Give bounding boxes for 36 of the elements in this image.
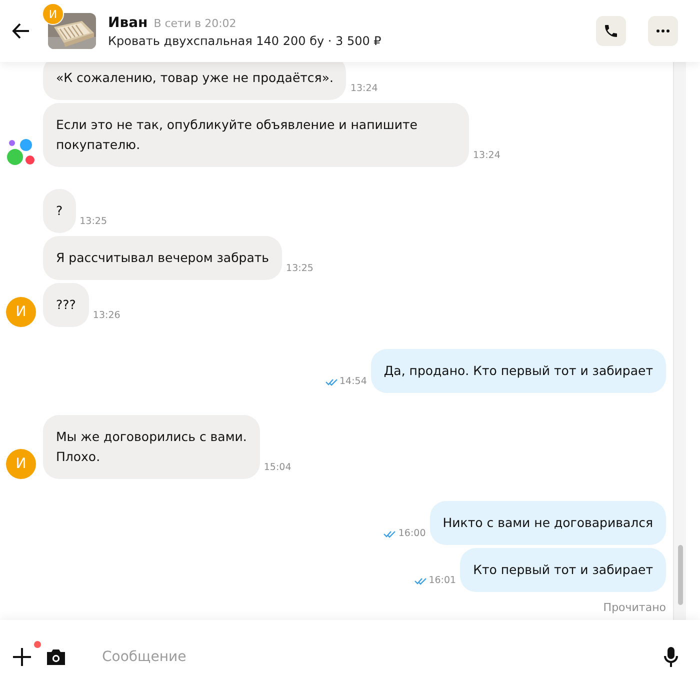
online-status: В сети в 20:02 (154, 16, 236, 30)
message-bubble: Я рассчитывал вечером забрать (43, 236, 282, 280)
message-bubble: Кто первый тот и забирает (460, 548, 666, 592)
read-receipt: Прочитано (603, 601, 666, 614)
message-bubble: ? (43, 189, 76, 233)
message-bubble: Да, продано. Кто первый тот и забирает (370, 349, 666, 393)
message-bubble: Никто с вами не договаривался (430, 501, 666, 545)
message-time: 14:54 (324, 376, 367, 393)
message-time: 13:25 (80, 216, 108, 229)
message-time: 13:24 (473, 150, 500, 163)
message-time: 16:01 (414, 575, 456, 592)
message-bubble: ??? (43, 283, 89, 327)
app-logo-icon (6, 137, 36, 167)
avatar: И (6, 449, 36, 479)
contact-name: Иван (108, 14, 148, 30)
phone-icon (603, 23, 619, 39)
plus-icon[interactable] (12, 647, 32, 667)
message-time: 13:24 (350, 83, 378, 96)
message-time: 15:04 (264, 462, 292, 475)
message-time: 13:26 (92, 310, 120, 323)
call-button[interactable] (596, 16, 626, 46)
back-icon[interactable] (12, 22, 30, 40)
microphone-icon[interactable] (664, 646, 678, 668)
more-icon (656, 29, 670, 33)
message-bubble: «К сожалению, товар уже не продаётся». (43, 62, 346, 100)
more-button[interactable] (648, 16, 678, 46)
avatar: И (6, 297, 36, 327)
avatar-badge: И (42, 3, 64, 25)
message-time: 16:00 (383, 528, 426, 545)
scrollbar-thumb[interactable] (678, 545, 683, 605)
message-bubble: Если это не так, опубликуйте объявление и напишите покупателю. (43, 103, 469, 167)
listing-title[interactable]: Кровать двухспальная 140 200 бу · 3 500 ₽ (108, 34, 574, 48)
camera-icon[interactable] (46, 648, 66, 666)
message-bubble: Мы же договорились с вами. Плохо. (43, 415, 260, 479)
message-time: 13:25 (286, 263, 314, 276)
message-input[interactable]: Сообщение (100, 648, 654, 666)
